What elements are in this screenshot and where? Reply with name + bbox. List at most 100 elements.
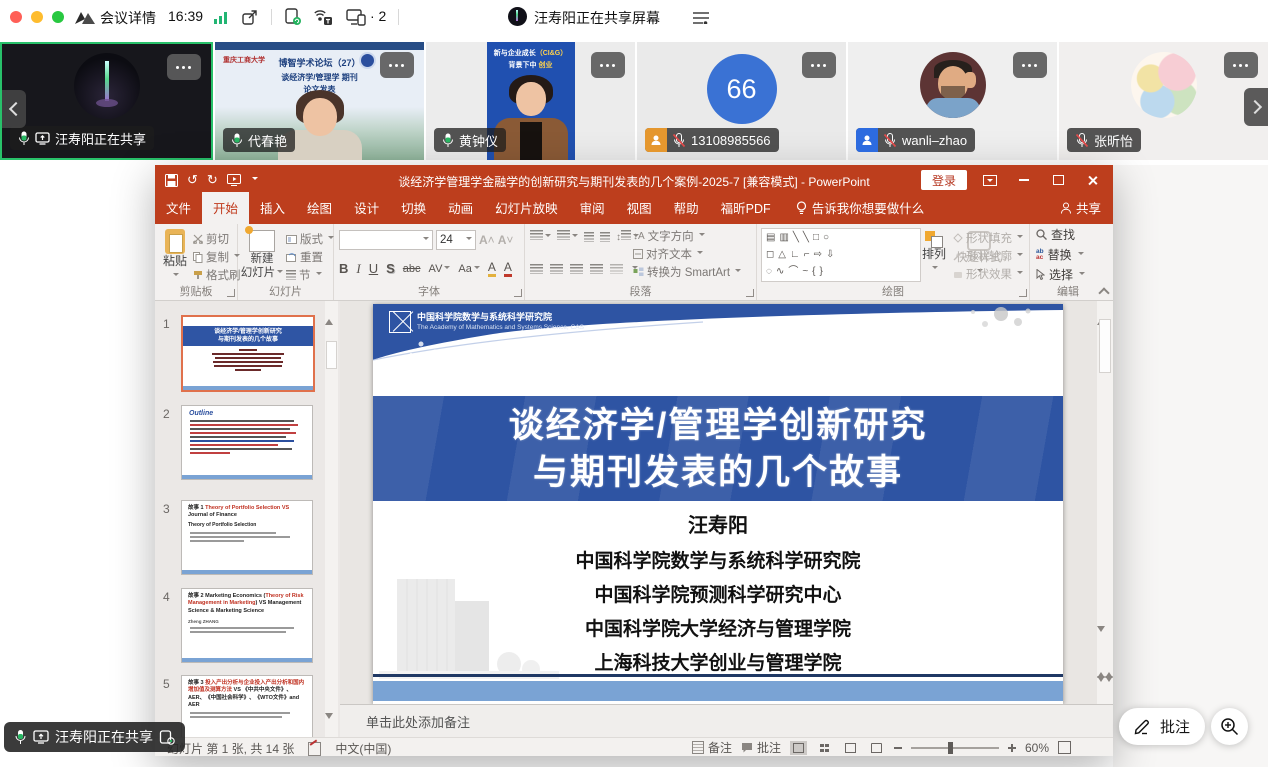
arrange-button[interactable]: 排列 [917,231,951,275]
thumb-scroll-thumb[interactable] [326,341,337,369]
font-name-combo[interactable] [339,230,433,250]
previous-slide-button[interactable] [1097,658,1113,672]
collapse-ribbon-button[interactable] [1099,286,1109,296]
language-indicator[interactable]: 中文(中国) [335,740,391,757]
tab-view[interactable]: 视图 [616,192,663,224]
font-size-combo[interactable]: 24 [436,230,476,250]
fullscreen-traffic-light[interactable] [52,11,64,23]
justify-button[interactable] [590,264,603,274]
align-left-button[interactable] [530,264,543,274]
sharing-controls-icon[interactable] [692,11,710,24]
columns-button[interactable] [610,264,623,274]
slide-thumbnail-3[interactable]: 故事 1 Theory of Portfolio Selection VS Jo… [181,500,313,575]
reading-view-button[interactable] [842,741,859,755]
convert-smartart-button[interactable]: 转换为 SmartArt [633,264,741,280]
tab-transitions[interactable]: 切换 [390,192,437,224]
slide-canvas[interactable]: 中国科学院数学与系统科学研究院The Academy of Mathematic… [340,301,1113,704]
thumbnail-scrollbar[interactable] [325,301,338,737]
tab-draw[interactable]: 绘图 [296,192,343,224]
scroll-tiles-left-button[interactable] [2,90,26,128]
share-button[interactable]: 共享 [1060,198,1101,217]
tile-more-options-button[interactable] [1013,52,1047,78]
start-slideshow-icon[interactable] [227,174,241,186]
replace-button[interactable]: abac替换 [1036,246,1106,263]
shapes-row[interactable]: ▤▥╲╲□○ [766,229,916,246]
ppt-titlebar[interactable]: ↺ ↻ 谈经济学管理学金融学的创新研究与期刊发表的几个案例-2025-7 [兼容… [155,165,1113,195]
change-case-button[interactable]: Aa [458,263,479,275]
meeting-details-menu[interactable]: 会议详情 [100,8,156,28]
thumb-scroll-up-icon[interactable] [325,301,338,319]
zoom-in-button[interactable] [1008,744,1016,752]
zoom-level[interactable]: 60% [1025,741,1049,755]
sharing-status-badge[interactable]: 汪寿阳正在共享 [4,722,185,752]
cloud-record-icon[interactable] [284,8,303,26]
paste-button[interactable]: 粘贴 [159,229,191,282]
cut-button[interactable]: 剪切 [193,231,229,247]
tile-more-options-button[interactable] [802,52,836,78]
spellcheck-icon[interactable] [308,742,321,756]
login-button[interactable]: 登录 [921,170,967,190]
video-tile-phone-user[interactable]: 66 13108985566 [637,42,846,160]
strikethrough-button[interactable]: abc [403,263,421,275]
next-slide-button[interactable] [1097,682,1113,696]
scroll-up-icon[interactable] [1097,301,1113,319]
align-center-button[interactable] [550,264,563,274]
increase-indent-button[interactable] [600,232,610,242]
video-tile-huangzhongyi[interactable]: 新与企业成长（CI&G） 背景下中 创业 黄钟仪 [426,42,635,160]
notes-placeholder[interactable]: 单击此处添加备注 [366,712,470,731]
tab-home[interactable]: 开始 [202,192,249,224]
notes-pane[interactable]: 单击此处添加备注 [340,704,1113,737]
text-direction-button[interactable]: ↕A文字方向 [633,228,705,244]
thumb-scroll-down-icon[interactable] [325,719,338,733]
slide-sorter-view-button[interactable] [816,741,833,755]
open-share-window-icon[interactable] [241,9,258,26]
font-color-button[interactable]: A [504,260,512,277]
bullets-button[interactable] [530,230,551,243]
slide-thumbnail-4[interactable]: 故事 2 Marketing Economics (Theory of Risk… [181,588,313,663]
font-dialog-launcher[interactable] [514,289,522,297]
copy-button[interactable]: 复制 [193,249,240,265]
shrink-font-button[interactable]: A˅ [498,233,514,247]
zoom-out-button[interactable] [894,747,902,749]
slide-thumbnail-panel[interactable]: 1 谈经济学/管理学创新研究与期刊发表的几个故事 2 Outline [155,301,340,737]
shape-fill-button[interactable]: 形状填充 [953,230,1023,246]
new-slide-button[interactable]: 新建 幻灯片 [240,230,284,280]
tab-insert[interactable]: 插入 [249,192,296,224]
reset-button[interactable]: 重置 [286,249,323,265]
tab-animations[interactable]: 动画 [437,192,484,224]
scroll-tiles-right-button[interactable] [1244,88,1268,126]
shapes-row[interactable]: ◻△∟⌐⇨⇩ [766,246,916,263]
slide-vertical-scrollbar[interactable] [1097,301,1113,704]
scroll-down-icon[interactable] [1097,632,1113,646]
text-shadow-button[interactable]: S [386,261,395,276]
tab-design[interactable]: 设计 [343,192,390,224]
fit-slide-to-window-button[interactable] [1058,741,1071,754]
shapes-row[interactable]: ◌∿⌒~{} [766,263,916,280]
numbering-button[interactable] [557,230,578,243]
annotate-button[interactable]: 批注 [1119,708,1205,745]
notes-toggle-button[interactable]: 备注 [692,739,732,756]
qat-customize-icon[interactable] [252,177,258,183]
nat-network-icon[interactable] [314,8,333,26]
tile-more-options-button[interactable] [591,52,625,78]
zoom-slider[interactable] [911,747,999,749]
layout-button[interactable]: 版式 [286,231,334,247]
video-tile-daichunyan[interactable]: 重庆工商大学 博智学术论坛（27） 谈经济学/管理学 期刊 论文发表 主讲人： … [215,42,424,160]
align-text-button[interactable]: 对齐文本 [633,246,703,262]
character-spacing-button[interactable]: AV [429,263,451,275]
find-button[interactable]: 查找 [1036,226,1106,243]
clipboard-dialog-launcher[interactable] [227,289,235,297]
format-painter-button[interactable]: 格式刷 [193,267,241,283]
restore-button[interactable] [1041,165,1075,195]
close-traffic-light[interactable] [10,11,22,23]
slide-thumbnail-1[interactable]: 谈经济学/管理学创新研究与期刊发表的几个故事 [181,315,315,392]
normal-view-button[interactable] [790,741,807,755]
comments-toggle-button[interactable]: 批注 [741,739,781,756]
minimize-button[interactable] [1007,165,1041,195]
grow-font-button[interactable]: A˄ [479,233,495,247]
tile-more-options-button[interactable] [1224,52,1258,78]
underline-button[interactable]: U [369,261,378,276]
slide-thumbnail-5[interactable]: 故事 3 投入产出分析与企业投入产出分析和国内增加值及测算方法 VS 《中共中央… [181,675,313,737]
tile-more-options-button[interactable] [167,54,201,80]
video-tile-wanli-zhao[interactable]: wanli–zhao [848,42,1057,160]
